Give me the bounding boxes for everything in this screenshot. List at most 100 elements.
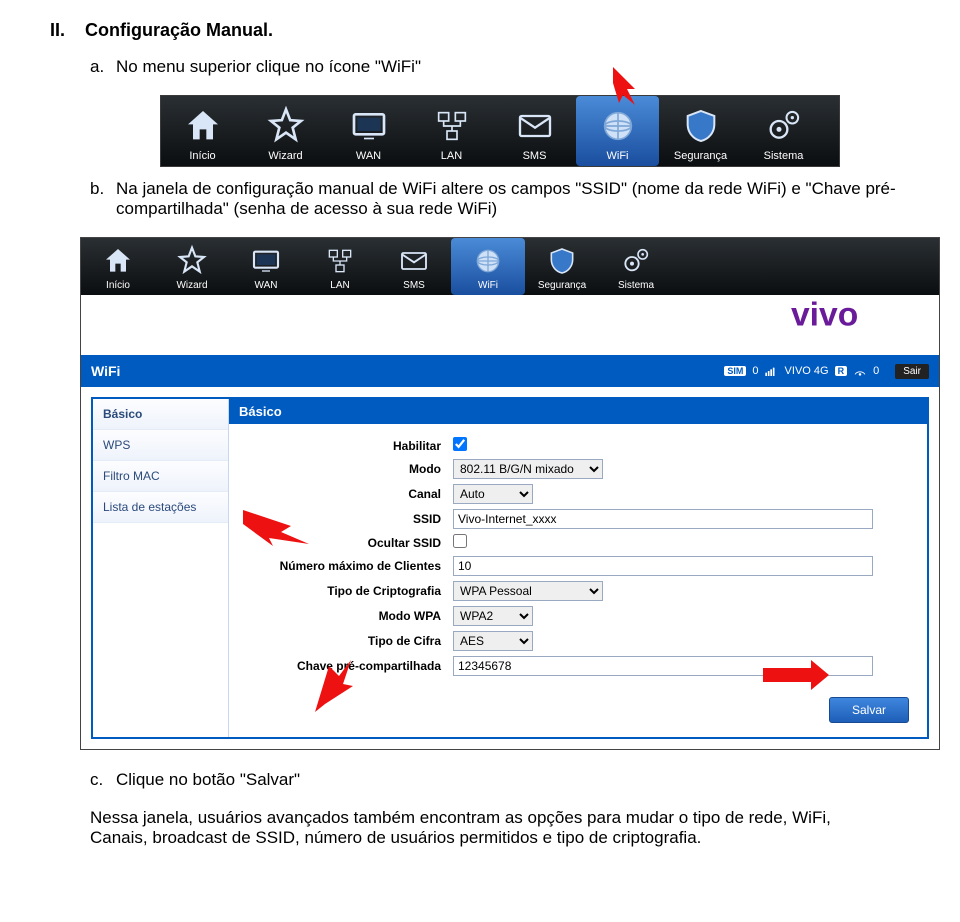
- screenshot-menubar: Início Wizard WAN LAN SMS WiFi: [160, 95, 840, 167]
- menu-label: Início: [161, 150, 244, 162]
- menu-label: Segurança: [525, 280, 599, 291]
- status-msg-count: 0: [752, 365, 758, 377]
- menu-sms[interactable]: SMS: [377, 238, 451, 295]
- menu-wan[interactable]: WAN: [327, 96, 410, 166]
- label-canal: Canal: [243, 487, 453, 501]
- sidenav-filtro-mac[interactable]: Filtro MAC: [93, 461, 228, 492]
- home-icon: [161, 102, 244, 150]
- instruction-c: c. Clique no botão "Salvar": [90, 770, 910, 790]
- label-modo-wpa: Modo WPA: [243, 609, 453, 623]
- monitor-icon: [327, 102, 410, 150]
- section-heading: II. Configuração Manual.: [50, 20, 910, 41]
- label-habilitar: Habilitar: [243, 439, 453, 453]
- shield-icon: [659, 102, 742, 150]
- menu-wizard[interactable]: Wizard: [244, 96, 327, 166]
- menu-label: Sistema: [599, 280, 673, 291]
- menu-label: WiFi: [451, 280, 525, 291]
- menu-lan[interactable]: LAN: [303, 238, 377, 295]
- monitor-icon: [229, 242, 303, 280]
- pointer-arrow-icon: [761, 658, 831, 692]
- menu-label: WiFi: [576, 150, 659, 162]
- network-icon: [410, 102, 493, 150]
- item-text: Na janela de configuração manual de WiFi…: [116, 179, 910, 219]
- menu-wifi[interactable]: WiFi: [451, 238, 525, 295]
- select-tipo-cifra[interactable]: AES: [453, 631, 533, 651]
- wifi-signal-icon: [853, 366, 867, 376]
- signal-icon: [765, 366, 779, 376]
- panel-title: Básico: [229, 399, 927, 424]
- envelope-icon: [493, 102, 576, 150]
- svg-text:vivo: vivo: [791, 296, 858, 333]
- star-icon: [155, 242, 229, 280]
- menu-seguranca[interactable]: Segurança: [659, 96, 742, 166]
- brand-area: vivo: [81, 295, 939, 355]
- wifi-globe-icon: [451, 242, 525, 280]
- shield-icon: [525, 242, 599, 280]
- star-icon: [244, 102, 327, 150]
- instruction-a: a. No menu superior clique no ícone "WiF…: [90, 57, 910, 77]
- roaming-badge: R: [835, 366, 848, 376]
- menu-sistema[interactable]: Sistema: [742, 96, 825, 166]
- save-button[interactable]: Salvar: [829, 697, 909, 723]
- item-text: No menu superior clique no ícone "WiFi": [116, 57, 421, 77]
- section-number: II.: [50, 20, 80, 41]
- menu-seguranca[interactable]: Segurança: [525, 238, 599, 295]
- side-nav: Básico WPS Filtro MAC Lista de estações: [93, 399, 229, 737]
- wifi-header-bar: WiFi SIM 0 VIVO 4G R 0 Sair: [81, 355, 939, 387]
- menu-label: Início: [81, 280, 155, 291]
- menu-sms[interactable]: SMS: [493, 96, 576, 166]
- gears-icon: [742, 102, 825, 150]
- label-tipo-cifra: Tipo de Cifra: [243, 634, 453, 648]
- gears-icon: [599, 242, 673, 280]
- sim-icon: SIM: [724, 366, 746, 376]
- menu-label: Segurança: [659, 150, 742, 162]
- menu-label: LAN: [410, 150, 493, 162]
- select-modo-wpa[interactable]: WPA2: [453, 606, 533, 626]
- pointer-arrow-icon: [241, 502, 311, 548]
- network-icon: [303, 242, 377, 280]
- screenshot-config-page: Início Wizard WAN LAN SMS WiFi Segurança…: [80, 237, 940, 750]
- pointer-arrow-icon: [299, 656, 359, 716]
- select-tipo-cripto[interactable]: WPA Pessoal: [453, 581, 603, 601]
- envelope-icon: [377, 242, 451, 280]
- status-area: SIM 0 VIVO 4G R 0 Sair: [724, 364, 929, 379]
- status-network: VIVO 4G: [785, 365, 829, 377]
- input-max-clientes[interactable]: [453, 556, 873, 576]
- status-wifi-count: 0: [873, 365, 879, 377]
- menu-label: WAN: [229, 280, 303, 291]
- menu-label: Wizard: [244, 150, 327, 162]
- item-letter: a.: [90, 57, 116, 77]
- menu-wizard[interactable]: Wizard: [155, 238, 229, 295]
- label-tipo-cripto: Tipo de Criptografia: [243, 584, 453, 598]
- checkbox-habilitar[interactable]: [453, 437, 467, 451]
- item-letter: c.: [90, 770, 116, 790]
- item-letter: b.: [90, 179, 116, 219]
- pointer-arrow-icon: [605, 61, 655, 111]
- menu-label: LAN: [303, 280, 377, 291]
- instruction-b: b. Na janela de configuração manual de W…: [90, 179, 910, 219]
- wifi-header-title: WiFi: [91, 363, 120, 379]
- menu-lan[interactable]: LAN: [410, 96, 493, 166]
- label-modo: Modo: [243, 462, 453, 476]
- menu-inicio[interactable]: Início: [81, 238, 155, 295]
- select-canal[interactable]: Auto: [453, 484, 533, 504]
- sidenav-wps[interactable]: WPS: [93, 430, 228, 461]
- menu-sistema[interactable]: Sistema: [599, 238, 673, 295]
- sidenav-basico[interactable]: Básico: [93, 399, 228, 430]
- menu-label: SMS: [377, 280, 451, 291]
- input-ssid[interactable]: [453, 509, 873, 529]
- menu-wan[interactable]: WAN: [229, 238, 303, 295]
- section-title-text: Configuração Manual.: [85, 20, 273, 40]
- checkbox-ocultar-ssid[interactable]: [453, 534, 467, 548]
- menu-label: WAN: [327, 150, 410, 162]
- item-text: Clique no botão "Salvar": [116, 770, 300, 790]
- logout-button[interactable]: Sair: [895, 364, 929, 379]
- vivo-logo-icon: vivo: [791, 295, 919, 335]
- sidenav-lista-estacoes[interactable]: Lista de estações: [93, 492, 228, 523]
- footer-paragraph: Nessa janela, usuários avançados também …: [90, 808, 870, 848]
- menu-label: Sistema: [742, 150, 825, 162]
- select-modo[interactable]: 802.11 B/G/N mixado: [453, 459, 603, 479]
- menu-label: Wizard: [155, 280, 229, 291]
- menu-inicio[interactable]: Início: [161, 96, 244, 166]
- menu-label: SMS: [493, 150, 576, 162]
